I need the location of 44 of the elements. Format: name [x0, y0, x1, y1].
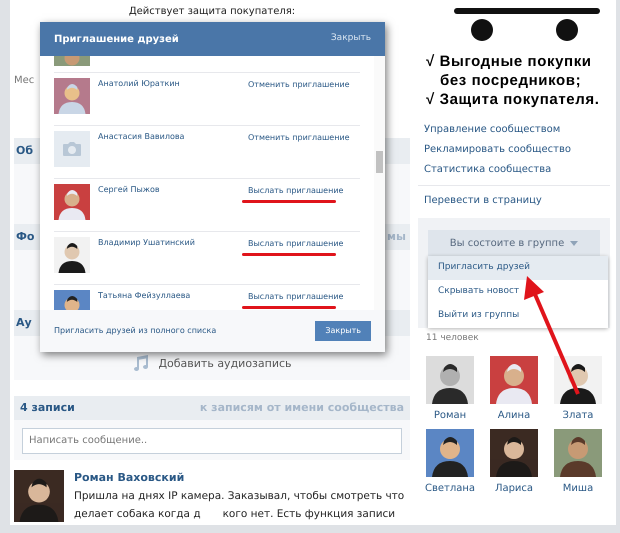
promo-line: √ Выгодные покупки	[425, 52, 593, 71]
invite-action-link[interactable]: Выслать приглашение	[248, 291, 344, 303]
member-name[interactable]: Злата	[562, 408, 594, 422]
close-link[interactable]: Закрыть	[330, 32, 371, 46]
member-name[interactable]: Алина	[498, 408, 530, 422]
admin-link[interactable]: Рекламировать сообщество	[418, 143, 610, 157]
friend-name[interactable]: Анастасия Вавилова	[98, 131, 248, 178]
membership-dropdown[interactable]: Вы состоите в группе	[428, 230, 600, 256]
menu-item[interactable]: Пригласить друзей	[428, 256, 608, 280]
admin-link[interactable]: Управление сообществом	[418, 123, 610, 137]
post-text: кого нет. Есть функция записи	[222, 507, 396, 522]
invite-full-list-link[interactable]: Пригласить друзей из полного списка	[54, 325, 216, 337]
dialog-title: Приглашение друзей	[54, 32, 179, 46]
member-name[interactable]: Миша	[562, 480, 594, 496]
message-input[interactable]: Написать сообщение..	[22, 428, 402, 454]
close-button[interactable]: Закрыть	[315, 321, 371, 341]
post-text: делает собака когда д	[74, 507, 201, 522]
menu-item[interactable]: Скрывать новост	[428, 280, 608, 304]
place-label: Мес	[14, 74, 34, 88]
posts-count[interactable]: 4 записи	[20, 400, 75, 416]
member-name[interactable]: Лариса	[494, 480, 534, 496]
promo-line: без посредников;	[439, 71, 582, 90]
member-name[interactable]: Светлана	[424, 480, 476, 496]
add-audio-link[interactable]: Добавить аудиозапись	[158, 356, 292, 372]
post-author[interactable]: Роман Ваховский	[74, 470, 404, 486]
invite-action-link[interactable]: Выслать приглашение	[248, 185, 344, 197]
invite-action-link[interactable]: Выслать приглашение	[248, 238, 344, 250]
friend-name[interactable]: Владимир Ушатинский	[98, 237, 248, 284]
section-title: Ау	[16, 314, 32, 331]
member-name[interactable]: Роман	[434, 408, 466, 422]
member-count: 11 человек	[425, 332, 480, 345]
post-text: Пришла на днях IP камера. Заказывал, чтобы смотреть что	[74, 489, 404, 504]
friend-name[interactable]: Анатолий Юраткин	[98, 78, 248, 125]
promo-line: √ Защита покупателя.	[425, 90, 600, 109]
friend-name[interactable]: Татьяна Фейзуллаева	[98, 290, 248, 310]
section-title: Фо	[16, 228, 34, 245]
section-title: Об	[16, 142, 34, 159]
friend-name[interactable]: Сергей Пыжов	[98, 184, 248, 231]
menu-item[interactable]: Выйти из группы	[428, 304, 608, 328]
invite-action-link[interactable]: Отменить приглашение	[248, 132, 350, 144]
admin-link[interactable]: Статистика сообщества	[418, 163, 610, 177]
invite-action-link[interactable]: Отменить приглашение	[248, 79, 350, 91]
notice-text: Действует защита покупателя:	[128, 6, 296, 18]
convert-link[interactable]: Перевести в страницу	[418, 194, 610, 208]
